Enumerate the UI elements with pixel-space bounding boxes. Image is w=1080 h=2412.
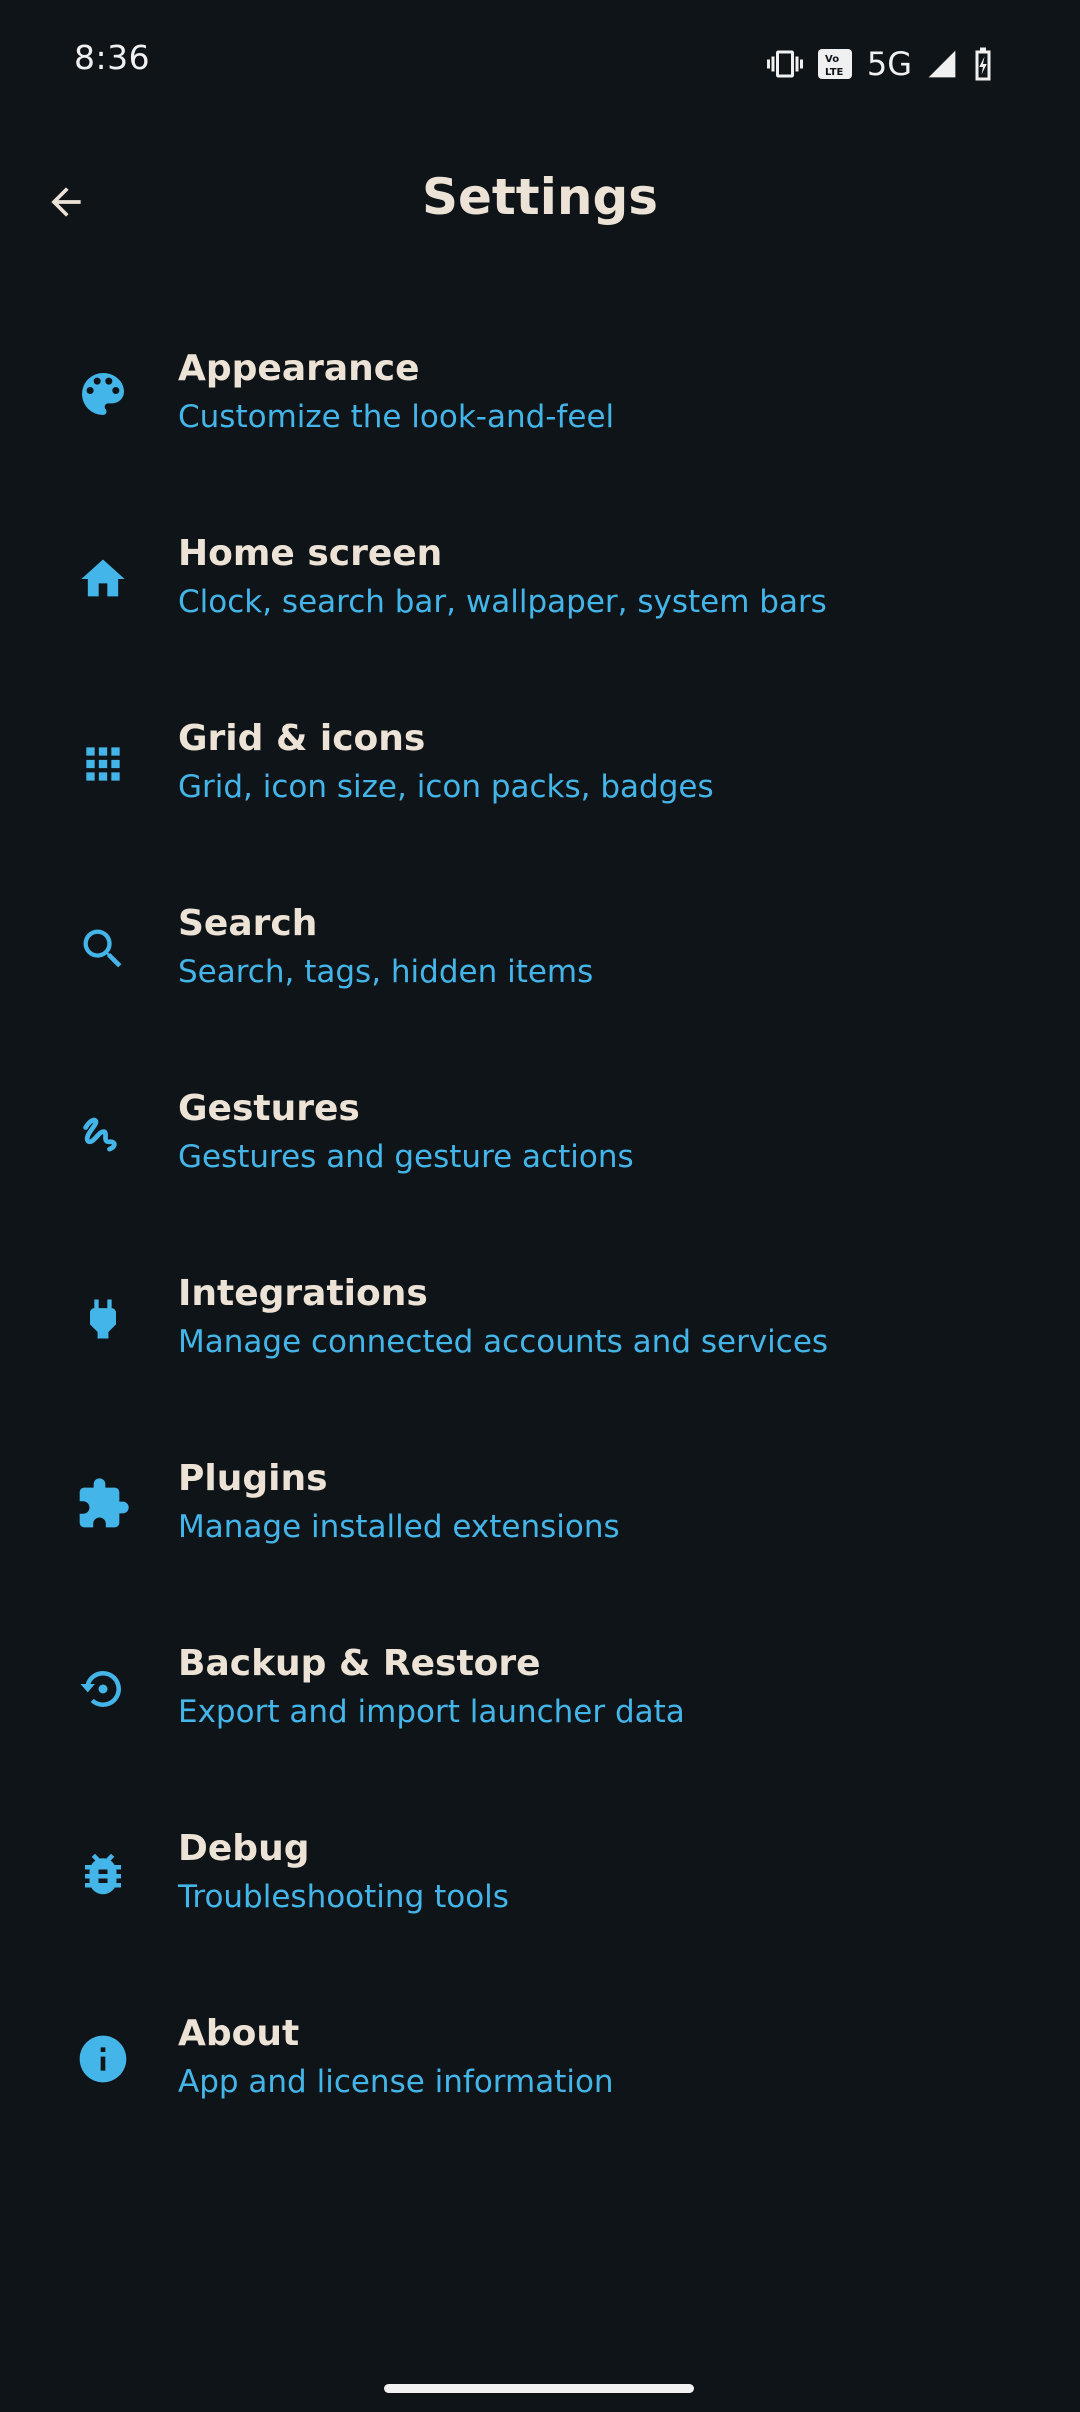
- item-text: Grid & icons Grid, icon size, icon packs…: [178, 716, 714, 812]
- info-icon: [72, 2028, 134, 2090]
- item-text: Gestures Gestures and gesture actions: [178, 1086, 634, 1182]
- settings-item-search[interactable]: Search Search, tags, hidden items: [0, 863, 1080, 1048]
- item-title: Plugins: [178, 1458, 328, 1499]
- grid-icon: [72, 733, 134, 795]
- item-subtitle: Clock, search bar, wallpaper, system bar…: [178, 584, 827, 620]
- item-text: Integrations Manage connected accounts a…: [178, 1271, 828, 1367]
- settings-item-gestures[interactable]: Gestures Gestures and gesture actions: [0, 1048, 1080, 1233]
- gesture-icon: [72, 1103, 134, 1165]
- bug-icon: [72, 1843, 134, 1905]
- settings-item-about[interactable]: About App and license information: [0, 1973, 1080, 2158]
- item-subtitle: Manage connected accounts and services: [178, 1324, 829, 1360]
- volte-icon: Vo LTE: [817, 47, 853, 81]
- palette-icon: [72, 363, 134, 425]
- item-title: Debug: [178, 1828, 310, 1869]
- item-title: Grid & icons: [178, 718, 426, 759]
- settings-list: Appearance Customize the look-and-feel H…: [0, 308, 1080, 2158]
- item-title: Home screen: [178, 533, 443, 574]
- item-subtitle: App and license information: [178, 2064, 614, 2100]
- settings-item-backup-restore[interactable]: Backup & Restore Export and import launc…: [0, 1603, 1080, 1788]
- top-app-bar: Settings: [0, 140, 1080, 264]
- item-subtitle: Customize the look-and-feel: [178, 399, 615, 435]
- item-text: Plugins Manage installed extensions: [178, 1456, 620, 1552]
- status-bar: 8:36 Vo LTE 5G: [0, 0, 1080, 125]
- item-text: About App and license information: [178, 2011, 614, 2107]
- gesture-nav-handle[interactable]: [384, 2384, 694, 2393]
- settings-item-grid-icons[interactable]: Grid & icons Grid, icon size, icon packs…: [0, 678, 1080, 863]
- vibrate-icon: [766, 46, 803, 82]
- item-text: Search Search, tags, hidden items: [178, 901, 593, 997]
- network-type: 5G: [866, 45, 912, 83]
- item-subtitle: Manage installed extensions: [178, 1509, 620, 1545]
- item-text: Appearance Customize the look-and-feel: [178, 346, 614, 442]
- item-subtitle: Grid, icon size, icon packs, badges: [178, 769, 714, 805]
- item-title: About: [178, 2013, 300, 2054]
- item-title: Integrations: [178, 1273, 428, 1314]
- item-text: Backup & Restore Export and import launc…: [178, 1641, 685, 1737]
- item-title: Gestures: [178, 1088, 360, 1129]
- item-text: Home screen Clock, search bar, wallpaper…: [178, 531, 827, 627]
- status-icons: Vo LTE 5G: [766, 44, 994, 84]
- settings-item-appearance[interactable]: Appearance Customize the look-and-feel: [0, 308, 1080, 493]
- search-icon: [72, 918, 134, 980]
- item-title: Search: [178, 903, 318, 944]
- status-time: 8:36: [74, 38, 151, 77]
- svg-text:LTE: LTE: [825, 67, 844, 78]
- home-icon: [72, 548, 134, 610]
- item-subtitle: Export and import launcher data: [178, 1694, 685, 1730]
- plug-icon: [72, 1288, 134, 1350]
- signal-icon: [926, 48, 958, 80]
- item-subtitle: Gestures and gesture actions: [178, 1139, 634, 1175]
- settings-item-home-screen[interactable]: Home screen Clock, search bar, wallpaper…: [0, 493, 1080, 678]
- item-title: Backup & Restore: [178, 1643, 541, 1684]
- item-text: Debug Troubleshooting tools: [178, 1826, 509, 1922]
- puzzle-icon: [72, 1473, 134, 1535]
- item-title: Appearance: [178, 348, 420, 389]
- settings-item-plugins[interactable]: Plugins Manage installed extensions: [0, 1418, 1080, 1603]
- settings-item-integrations[interactable]: Integrations Manage connected accounts a…: [0, 1233, 1080, 1418]
- page-title: Settings: [421, 168, 658, 226]
- battery-charging-icon: [972, 46, 994, 82]
- restore-icon: [72, 1658, 134, 1720]
- svg-text:Vo: Vo: [825, 54, 839, 65]
- settings-item-debug[interactable]: Debug Troubleshooting tools: [0, 1788, 1080, 1973]
- item-subtitle: Troubleshooting tools: [178, 1879, 509, 1915]
- item-subtitle: Search, tags, hidden items: [178, 954, 594, 990]
